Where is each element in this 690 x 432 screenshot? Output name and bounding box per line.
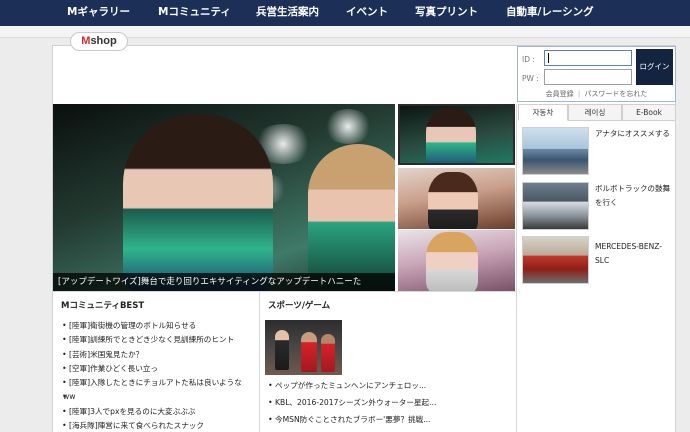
news-item[interactable]: アナタにオススメする [522, 127, 672, 177]
sidebar-tabs: 자동차 레이싱 E-Book [518, 104, 676, 121]
list-item[interactable]: [海兵隊]陣営に来て食べられたスナック [60, 419, 242, 432]
list-item[interactable]: [陸軍]入隊したときにチョルアトた私は良いような [60, 376, 242, 391]
login-box: ID : PW : ログイン 会員登録 | パスワードを忘れた [517, 46, 676, 102]
hero-banner[interactable]: [アップデートワイズ]舞台で走り回りエキサイティングなアップデートハニーた [53, 104, 395, 291]
sports-figure [321, 334, 335, 372]
sports-figure [275, 330, 289, 370]
list-item[interactable]: ペップが作ったミュンヘンにアンチェロッ... [266, 377, 436, 394]
community-best-list: [陸軍]衛街機の管理のボトル知らせる [陸軍]訓練所でときどき少なく見訓練所のヒ… [60, 319, 242, 432]
thumbnail-figure [426, 108, 476, 163]
section-divider [53, 291, 516, 292]
tab-racing[interactable]: 레이싱 [568, 104, 622, 121]
news-image-mercedes [522, 236, 589, 284]
forgot-password-link[interactable]: パスワードを忘れた [584, 90, 647, 98]
tab-ebook[interactable]: E-Book [622, 104, 676, 121]
id-input[interactable] [544, 50, 632, 66]
link-separator: | [577, 90, 581, 98]
column-divider [516, 104, 517, 432]
hero-performer-side [308, 144, 395, 291]
list-item[interactable]: [陸軍]3人でpxを見るのに大変ぶぶぶ [60, 405, 242, 420]
nav-item-m-community[interactable]: Mコミュニティ [158, 0, 231, 26]
nav-item-events[interactable]: イベント [346, 0, 388, 26]
list-item[interactable]: 今MSN防ぐことされたブラボー'悪夢？挑戦... [266, 411, 436, 428]
thumbnail-figure [426, 232, 478, 291]
list-item[interactable]: [陸軍]衛街機の管理のボトル知らせる [60, 319, 242, 334]
tab-cars[interactable]: 자동차 [518, 104, 568, 121]
news-item[interactable]: MERCEDES-BENZ- SLC [522, 236, 672, 286]
sports-game-list: ペップが作ったミュンヘンにアンチェロッ... KBL、2016-2017シーズン… [266, 377, 436, 428]
news-item[interactable]: ボルボトラックの鼓舞を行く [522, 182, 672, 232]
hero-thumbnail-1[interactable] [398, 104, 515, 165]
register-link[interactable]: 会員登録 [546, 90, 574, 98]
community-best-title: MコミュニティBEST [61, 301, 145, 311]
id-label: ID : [522, 55, 535, 64]
list-item[interactable]: KBL、2016-2017シーズン外ウォーター星起... [266, 394, 436, 411]
mshop-tab[interactable]: Mshop [70, 32, 128, 51]
list-item[interactable]: [陸軍]訓練所でときどき少なく見訓練所のヒント [60, 333, 242, 348]
list-item-continued[interactable]: ww [60, 390, 242, 405]
thumbnail-figure [428, 172, 478, 229]
nav-item-m-gallery[interactable]: Mギャラリー [67, 0, 130, 26]
pw-label: PW : [522, 74, 539, 83]
login-links: 会員登録 | パスワードを忘れた [518, 89, 675, 99]
sports-game-title: スポーツ/ゲーム [268, 301, 331, 311]
nav-item-barracks-guide[interactable]: 兵営生活案内 [256, 0, 319, 26]
mshop-label: shop [90, 35, 117, 47]
sports-image[interactable] [265, 320, 342, 375]
list-item[interactable]: [芸術]米国鬼見たか？ [60, 348, 242, 363]
nav-item-photo-print[interactable]: 写真プリント [415, 0, 478, 26]
nav-item-cars-racing[interactable]: 自動車/レーシング [506, 0, 594, 26]
list-item[interactable]: [空軍]作業ひどく長い立っ [60, 362, 242, 377]
sports-figure [301, 332, 317, 372]
hero-thumbnail-3[interactable] [398, 230, 515, 291]
news-title: MERCEDES-BENZ- SLC [595, 242, 662, 265]
password-input[interactable] [544, 69, 632, 85]
section-divider [259, 291, 260, 432]
hero-performer-main [123, 114, 273, 291]
news-image-car [522, 127, 589, 175]
hero-thumbnail-2[interactable] [398, 168, 515, 229]
news-title: ボルボトラックの鼓舞を行く [595, 184, 670, 207]
news-title: アナタにオススメする [595, 129, 670, 138]
news-image-truck [522, 182, 589, 230]
text-caret [548, 53, 549, 63]
hero-caption[interactable]: [アップデートワイズ]舞台で走り回りエキサイティングなアップデートハニーた [53, 273, 395, 291]
top-navigation: Mギャラリー Mコミュニティ 兵営生活案内 イベント 写真プリント 自動車/レー… [0, 0, 690, 26]
login-button[interactable]: ログイン [636, 49, 673, 85]
stage-light [323, 109, 373, 144]
